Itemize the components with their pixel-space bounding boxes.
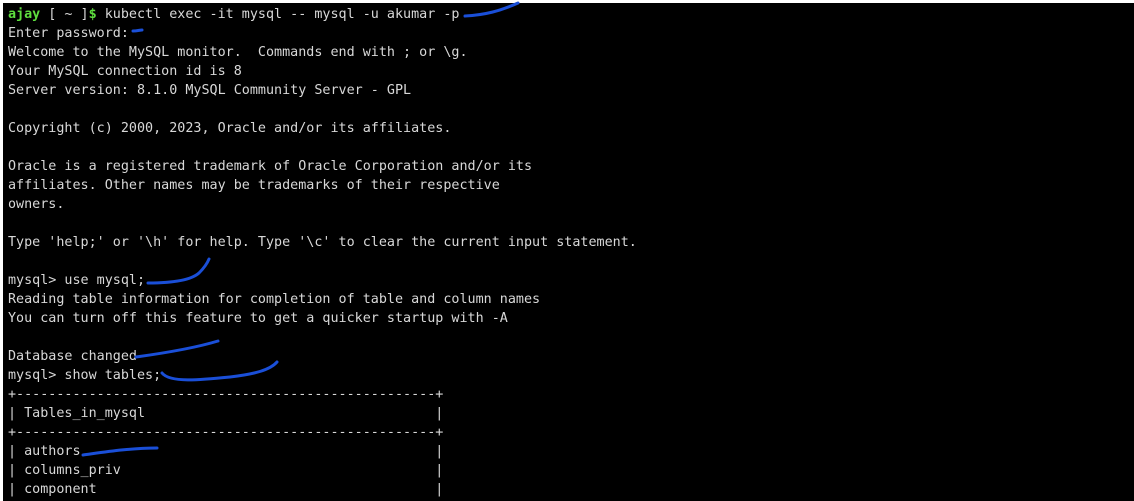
output-line: Type 'help;' or '\h' for help. Type '\c'… xyxy=(8,235,637,250)
table-row: | columns_priv | xyxy=(8,463,444,478)
output-line: Oracle is a registered trademark of Orac… xyxy=(8,159,533,174)
output-line: Welcome to the MySQL monitor. Commands e… xyxy=(8,45,468,60)
output-line: You can turn off this feature to get a q… xyxy=(8,311,508,326)
output-line: Server version: 8.1.0 MySQL Community Se… xyxy=(8,83,412,98)
output-line: Reading table information for completion… xyxy=(8,292,541,307)
table-border: +---------------------------------------… xyxy=(8,425,444,440)
command-line: ajay [ ~ ]$ kubectl exec -it mysql -- my… xyxy=(8,5,637,24)
prompt-directory: [ ~ ] xyxy=(40,7,89,22)
prompt-sign: $ xyxy=(88,7,97,22)
output-line: Database changed xyxy=(8,349,137,364)
table-row: | authors | xyxy=(8,444,444,459)
terminal-window[interactable]: ajay [ ~ ]$ kubectl exec -it mysql -- my… xyxy=(3,3,1134,501)
table-row: | component | xyxy=(8,482,444,497)
output-line: Enter password: xyxy=(8,26,129,41)
mysql-command-line: mysql> show tables; xyxy=(8,368,162,383)
table-border: +---------------------------------------… xyxy=(8,387,444,402)
output-line: affiliates. Other names may be trademark… xyxy=(8,178,500,193)
output-line: Copyright (c) 2000, 2023, Oracle and/or … xyxy=(8,121,452,136)
table-header-row: | Tables_in_mysql | xyxy=(8,406,444,421)
terminal-output: ajay [ ~ ]$ kubectl exec -it mysql -- my… xyxy=(8,5,637,499)
command-text: kubectl exec -it mysql -- mysql -u akuma… xyxy=(96,7,460,22)
mysql-command-line: mysql> use mysql; xyxy=(8,273,146,288)
output-line: owners. xyxy=(8,197,65,212)
output-line: Your MySQL connection id is 8 xyxy=(8,64,242,79)
prompt-user: ajay xyxy=(8,7,41,22)
